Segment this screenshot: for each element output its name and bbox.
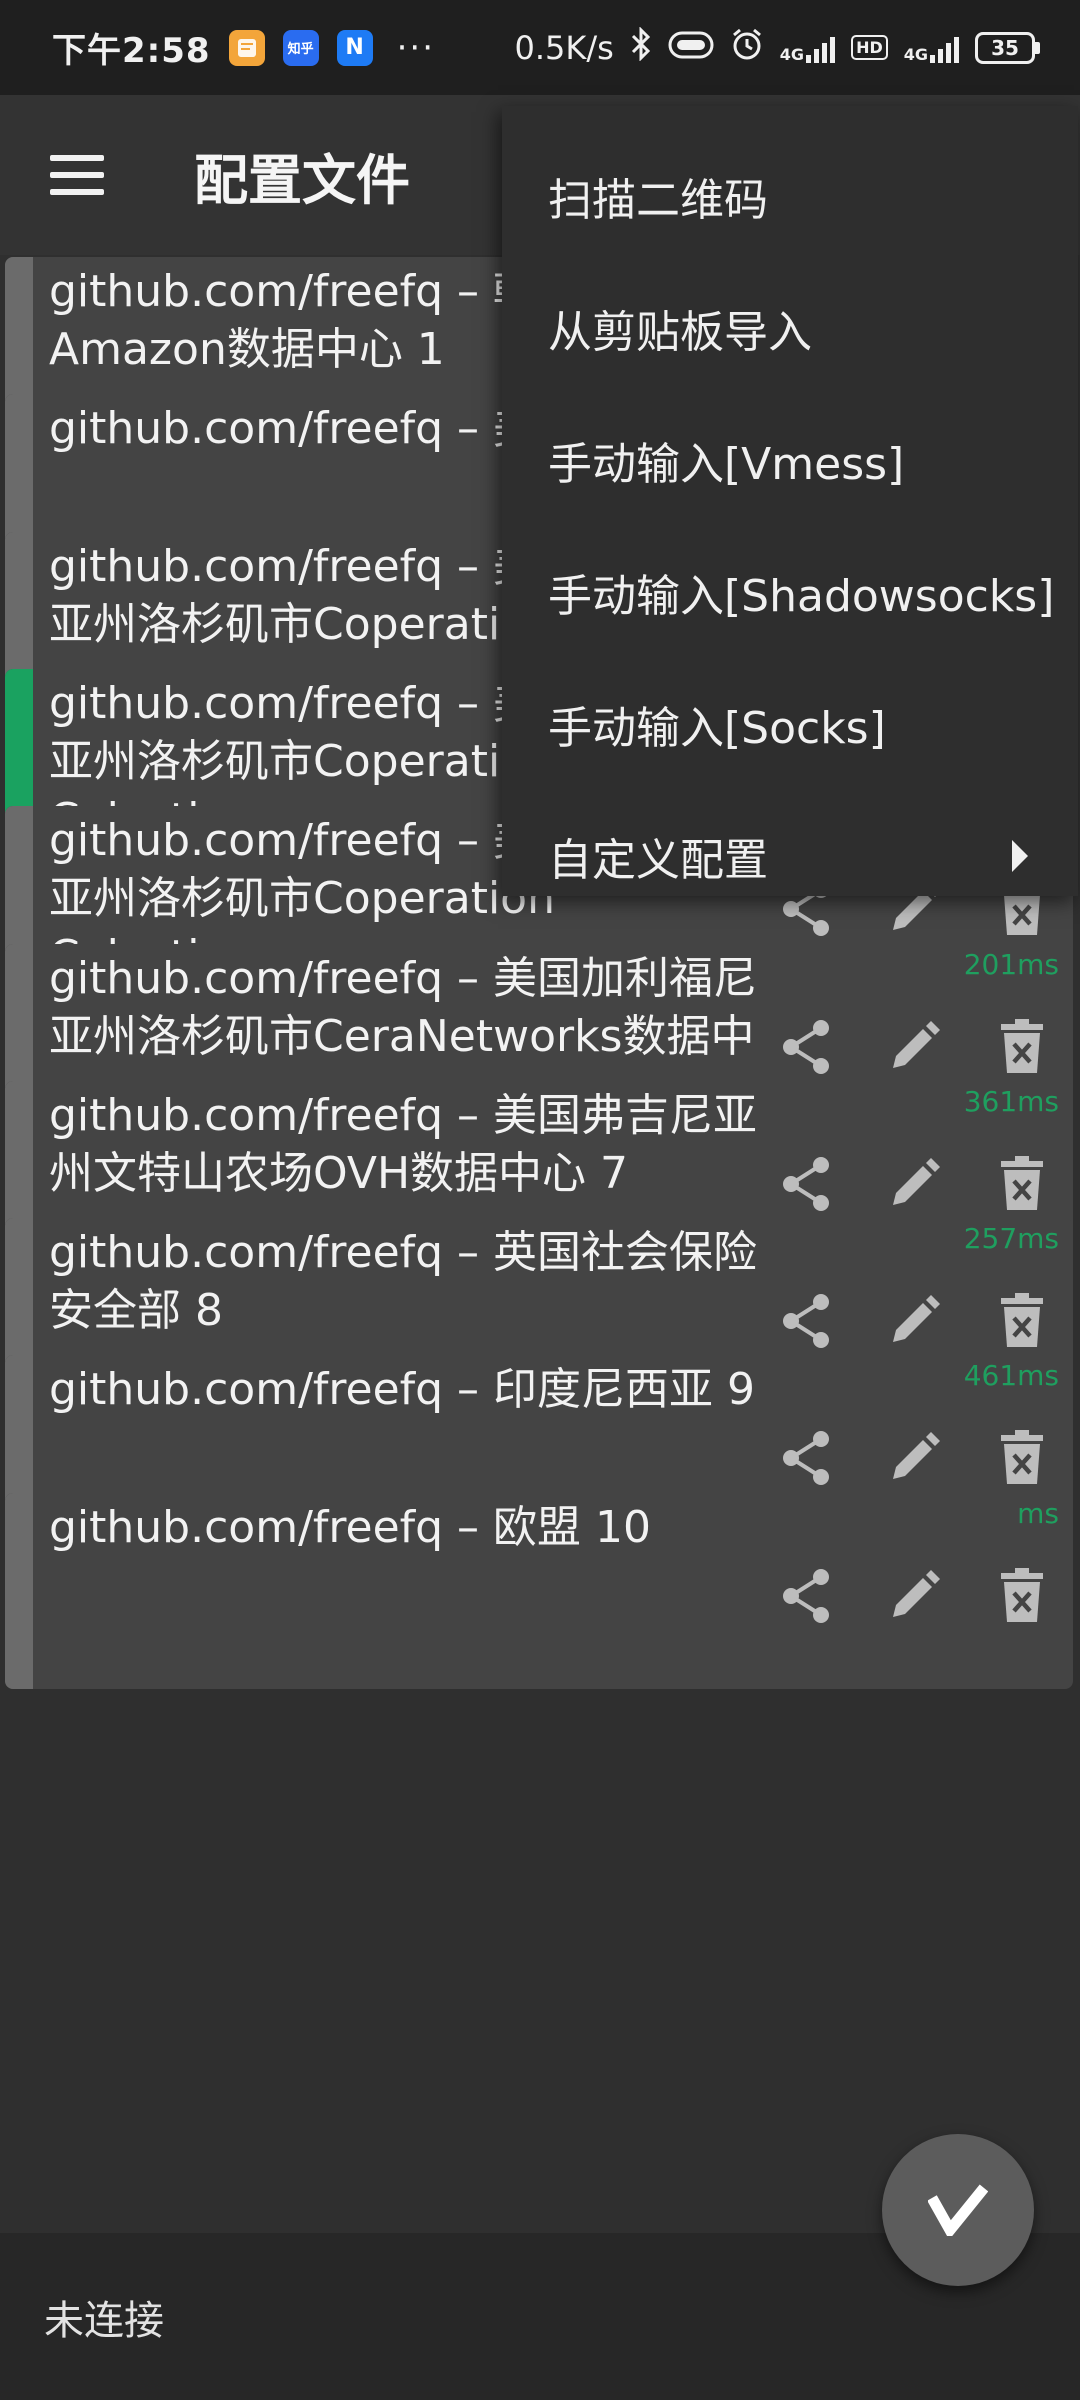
selection-indicator [5, 1492, 33, 1689]
zhihu-app-icon: 知乎 [282, 29, 319, 66]
edit-button[interactable] [883, 1016, 945, 1078]
share-button[interactable] [775, 1153, 837, 1215]
menu-item-manual-socks[interactable]: 手动输入[Socks] [502, 658, 1078, 790]
notes-app-icon [228, 29, 265, 66]
page-title: 配置文件 [194, 148, 410, 212]
pencil-icon [893, 1295, 940, 1343]
server-name: github.com/freefq – 英国社会保险 安全部 8 [49, 1227, 758, 1337]
bluetooth-icon [630, 25, 652, 69]
n-app-icon: N [336, 29, 373, 66]
menu-item-manual-shadowsocks[interactable]: 手动输入[Shadowsocks] [502, 526, 1078, 658]
share-button[interactable] [775, 1565, 837, 1627]
delete-button[interactable] [991, 1565, 1053, 1627]
menu-item-custom-config[interactable]: 自定义配置 [502, 790, 1078, 922]
menu-item-scan-qr[interactable]: 扫描二维码 [502, 130, 1078, 262]
hd-voice-icon: HD [851, 35, 888, 60]
share-icon [783, 1431, 829, 1486]
edit-button[interactable] [883, 1427, 945, 1489]
trash-icon [1001, 1430, 1043, 1485]
edit-button[interactable] [883, 1290, 945, 1352]
delete-button[interactable] [991, 1290, 1053, 1352]
network-type-label: 4G [779, 44, 805, 64]
share-button[interactable] [775, 1290, 837, 1352]
pencil-icon [893, 1432, 940, 1480]
share-button[interactable] [775, 1016, 837, 1078]
battery-level: 35 [975, 31, 1035, 64]
share-icon [783, 1294, 829, 1349]
trash-icon [1001, 1293, 1043, 1348]
menu-item-import-clipboard[interactable]: 从剪贴板导入 [502, 262, 1078, 394]
latency-label: 461ms [963, 1359, 1059, 1393]
latency-label: 361ms [963, 1084, 1059, 1118]
delete-button[interactable] [991, 1427, 1053, 1489]
signal-strength-icon-2 [930, 33, 959, 63]
status-time: 下午2:58 [52, 31, 211, 71]
net-speed: 0.5K/s [514, 28, 614, 67]
vibrate-icon [668, 29, 714, 67]
edit-button[interactable] [883, 1153, 945, 1215]
server-name: github.com/freefq – 欧盟 10 [49, 1501, 652, 1553]
submenu-arrow-icon [1012, 840, 1028, 872]
hamburger-menu-icon[interactable] [50, 155, 104, 195]
pencil-icon [893, 1157, 940, 1205]
server-name: github.com/freefq – 印度尼西亚 9 [49, 1364, 756, 1416]
trash-icon [1001, 1155, 1043, 1210]
share-icon [783, 1156, 829, 1211]
menu-item-manual-vmess[interactable]: 手动输入[Vmess] [502, 394, 1078, 526]
delete-button[interactable] [991, 1016, 1053, 1078]
screen: 下午2:58 知乎 N ··· 0.5K/s 4G HD 4G 35 配置文件 … [0, 0, 1080, 2400]
connection-status: 未连接 [44, 2297, 164, 2344]
share-icon [783, 1019, 829, 1074]
edit-button[interactable] [883, 1565, 945, 1627]
status-bar: 下午2:58 知乎 N ··· 0.5K/s 4G HD 4G 35 [0, 0, 1080, 95]
trash-icon [1001, 1567, 1043, 1622]
signal-strength-icon [806, 33, 836, 63]
connect-fab-button[interactable] [882, 2134, 1034, 2286]
battery-icon: 35 [975, 31, 1040, 64]
add-config-menu: 扫描二维码 从剪贴板导入 手动输入[Vmess] 手动输入[Shadowsock… [502, 106, 1078, 896]
share-button[interactable] [775, 1427, 837, 1489]
latency-label: ms [1017, 1496, 1059, 1530]
network-type-label-2: 4G [903, 44, 928, 64]
delete-button[interactable] [991, 1153, 1053, 1215]
server-card[interactable]: github.com/freefq – 欧盟 10 ms [5, 1492, 1073, 1689]
share-icon [783, 1568, 829, 1623]
latency-label: 201ms [963, 947, 1059, 981]
pencil-icon [893, 1569, 940, 1617]
server-name: github.com/freefq – 美国加利福尼 亚州洛杉矶市CeraNet… [49, 952, 758, 1062]
more-notifications-icon: ··· [396, 27, 436, 68]
v-logo-icon [928, 2184, 988, 2236]
pencil-icon [893, 1020, 940, 1068]
server-name: github.com/freefq – 美国弗吉尼亚 州文特山农场OVH数据中心… [49, 1089, 758, 1199]
latency-label: 257ms [963, 1222, 1059, 1256]
trash-icon [1001, 1018, 1043, 1073]
alarm-icon [730, 27, 764, 69]
